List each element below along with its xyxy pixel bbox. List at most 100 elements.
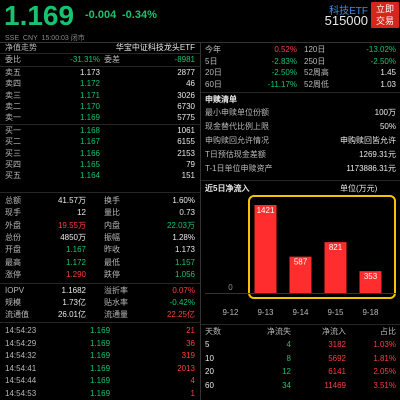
price-change: -0.004 [85, 9, 117, 21]
trade-tick-row: 14:54:32 1.169 319 [0, 350, 200, 361]
flow-table-cell: 5692 [328, 353, 346, 363]
trade-price: 1.169 [90, 338, 111, 348]
order-price: 1.171 [79, 90, 100, 100]
performance-row: 60日 -11.17% 52周低 1.03 [201, 79, 400, 90]
stat-row: 最高 1.172 最低 1.157 [0, 257, 200, 268]
subscription-value: 50% [379, 122, 396, 131]
subscription-row: T-1日单位申赎资产 1173886.31元 [201, 163, 400, 174]
inflow-date-label: 9-12 [222, 308, 239, 317]
subscription-label: T日预估现金差额 [205, 150, 266, 159]
stat-label: 开盘 [5, 245, 21, 255]
trade-volume: 1 [190, 388, 195, 398]
flow-table-header-cell: 净流失 [267, 327, 291, 336]
perf-label: 120日 [304, 45, 326, 54]
inflow-bar-chart: 0 9-12 1421 9-13 587 9-14 821 9-15 353 9-18 [205, 205, 396, 317]
stat-label: 最高 [5, 257, 21, 267]
flow-table-header-cell: 占比 [380, 327, 396, 336]
subscription-title: 申赎清单 [205, 95, 237, 104]
order-book-row: 买二 1.167 6155 [0, 136, 200, 147]
trade-tick-row: 14:54:29 1.169 36 [0, 338, 200, 349]
trade-time: 14:54:53 [5, 388, 37, 398]
flow-table-cell: 3.51% [373, 380, 396, 390]
price-change-pct: -0.34% [122, 9, 157, 21]
inflow-date-label: 9-15 [327, 308, 344, 317]
flow-table-cell: 60 [205, 380, 214, 390]
iopv-value: 26.01亿 [57, 310, 86, 319]
flow-table-row: 10 8 5692 1.81% [201, 353, 400, 364]
subscription-value: 1269.31元 [359, 150, 396, 159]
stat-label: 最低 [104, 257, 120, 267]
stat-row: 开盘 1.167 昨收 1.173 [0, 244, 200, 255]
trade-price: 1.169 [90, 388, 111, 398]
weicha-value: -8981 [174, 55, 195, 64]
subscription-value: 1173886.31元 [346, 164, 396, 173]
subscription-row: 申购赎回允许情况 申购赎回皆允许 [201, 135, 400, 146]
perf-value: 1.45 [380, 68, 396, 77]
perf-value: -2.50% [271, 68, 297, 77]
trade-volume: 4 [190, 376, 195, 385]
perf-value: -13.02% [366, 45, 396, 54]
flow-table-header-cell: 净流入 [322, 327, 346, 336]
market-code: SSE [5, 35, 20, 42]
trade-price: 1.169 [90, 326, 111, 335]
inflow-date-label: 9-14 [292, 308, 309, 317]
flow-table-cell: 8 [286, 353, 291, 363]
subscription-value: 100万 [374, 108, 396, 117]
perf-label: 今年 [205, 45, 221, 54]
stat-row: 涨停 1.290 跌停 1.056 [0, 269, 200, 280]
perf-value: -2.50% [370, 56, 396, 66]
iopv-value: 0.07% [172, 286, 195, 295]
stat-row: 外盘 19.55万 内盘 22.03万 [0, 220, 200, 231]
trade-price: 1.169 [90, 376, 111, 385]
trade-volume: 2013 [177, 363, 195, 373]
flow-table-cell: 10 [205, 353, 214, 363]
order-level-label: 买三 [5, 148, 21, 158]
trade-volume: 21 [186, 326, 195, 335]
stat-value: 1.173 [174, 245, 195, 255]
trade-time: 14:54:44 [5, 376, 37, 385]
stat-row: 总份 4850万 振幅 1.28% [0, 232, 200, 243]
order-volume: 3026 [177, 90, 195, 100]
trade-time: 14:54:29 [5, 338, 37, 348]
order-book-row: 卖三 1.171 3026 [0, 90, 200, 101]
stat-value: 41.57万 [57, 196, 86, 205]
stat-label: 昨收 [104, 245, 120, 255]
order-book-row: 买五 1.164 151 [0, 170, 200, 181]
stat-value: 4850万 [60, 232, 86, 242]
trade-button[interactable]: 立即 交易 [371, 2, 399, 28]
order-price: 1.164 [79, 171, 100, 181]
flow-table-row: 20 12 6141 2.05% [201, 366, 400, 377]
inflow-title: 近5日净流入 [205, 184, 250, 193]
stat-label: 量比 [104, 208, 120, 218]
flow-table-row: 60 34 11469 3.51% [201, 380, 400, 391]
market-status: 闭市 [70, 35, 85, 42]
subscription-label: 现金替代比例上限 [205, 122, 269, 131]
trade-time: 14:54:32 [5, 351, 37, 360]
order-level-label: 买五 [5, 171, 21, 181]
subscription-label: T-1日单位申赎资产 [205, 164, 273, 173]
iopv-label: IOPV [5, 286, 25, 295]
stat-row: 现手 12 量比 0.73 [0, 207, 200, 218]
perf-value: -2.83% [271, 56, 297, 66]
inflow-value-label: 0 [228, 283, 233, 292]
order-book-row: 买三 1.166 2153 [0, 148, 200, 159]
iopv-value: -0.42% [169, 298, 195, 307]
perf-label: 52周高 [304, 68, 329, 77]
flow-table-cell: 34 [282, 380, 291, 390]
iopv-value: 1.1682 [61, 286, 86, 295]
flow-table-cell: 1.03% [373, 340, 396, 349]
order-level-label: 买一 [5, 126, 21, 135]
weibi-value: -31.31% [70, 55, 100, 64]
subscription-row: T日预估现金差额 1269.31元 [201, 149, 400, 160]
perf-label: 60日 [205, 79, 222, 89]
iopv-label: 溢折率 [104, 286, 128, 295]
nav-trend-link[interactable]: 净值走势 [5, 42, 37, 53]
stat-value: 19.55万 [57, 220, 86, 230]
perf-label: 5日 [205, 56, 218, 66]
stat-label: 振幅 [104, 232, 120, 242]
fund-bar[interactable]: 净值走势 华宝中证科技龙头ETF [0, 42, 200, 53]
stat-value: 12 [77, 208, 86, 218]
iopv-label: 流通量 [104, 310, 128, 319]
perf-label: 52周低 [304, 79, 329, 89]
flow-table-cell: 2.05% [373, 367, 396, 376]
